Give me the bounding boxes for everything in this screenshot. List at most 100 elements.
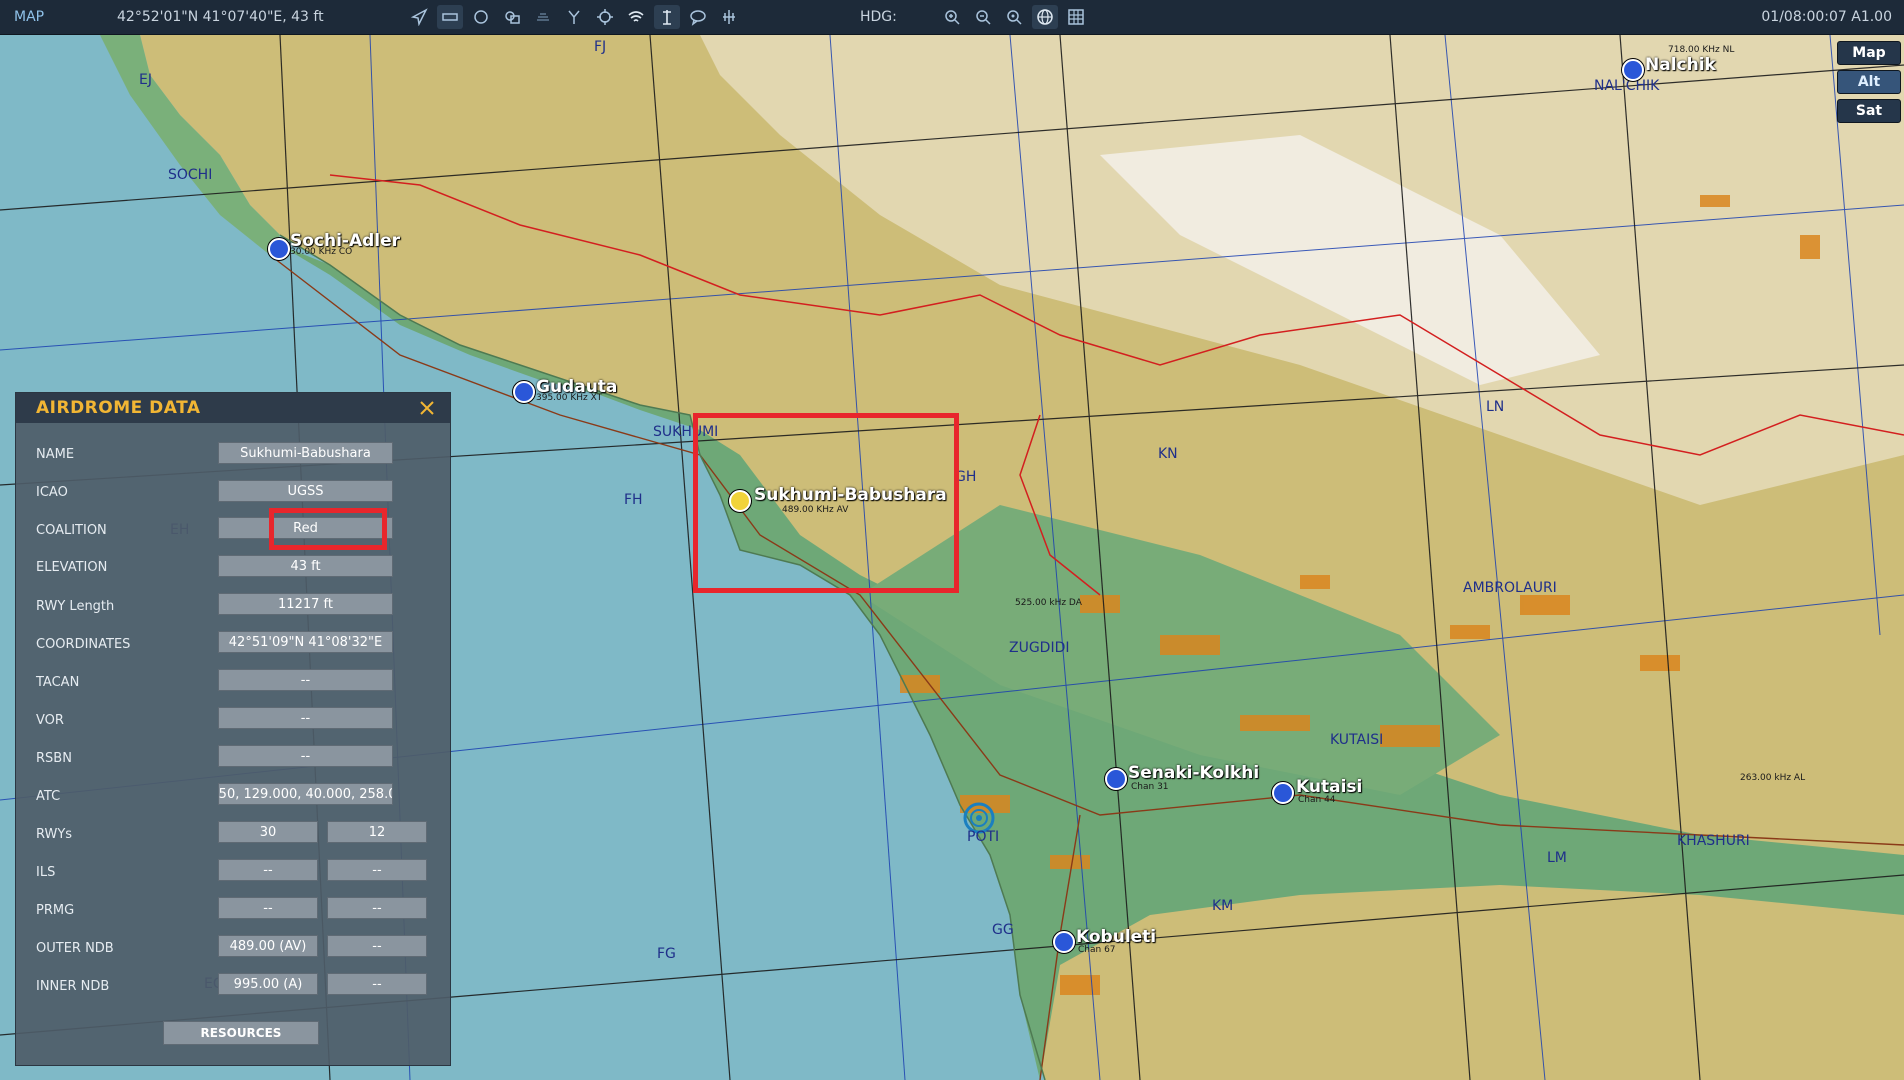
place-label: AMBROLAURI xyxy=(1463,580,1557,596)
icao-label: ICAO xyxy=(36,485,68,500)
rwys-label: RWYs xyxy=(36,827,73,842)
selection-highlight xyxy=(693,413,959,593)
circle-icon[interactable] xyxy=(468,5,494,29)
atc-label: ATC xyxy=(36,789,61,804)
navigate-icon[interactable] xyxy=(406,5,432,29)
airfield-label[interactable]: Kutaisi xyxy=(1296,777,1362,797)
grid-label: FG xyxy=(657,946,676,962)
ils-field-2: -- xyxy=(327,859,427,881)
airfield-frequency: 718.00 KHz NL xyxy=(1668,45,1735,55)
outer-ndb-field-2: -- xyxy=(327,935,427,957)
grid-label: GG xyxy=(992,922,1014,938)
airfield-frequency: Chan 67 xyxy=(1078,945,1116,955)
chat-icon[interactable] xyxy=(685,5,711,29)
name-label: NAME xyxy=(36,447,75,462)
zoom-fit-icon[interactable] xyxy=(1001,5,1027,29)
grid-label: EJ xyxy=(139,72,152,88)
heading-label: HDG: xyxy=(860,9,897,25)
grid-icon[interactable] xyxy=(1063,5,1089,29)
tower-icon[interactable] xyxy=(654,5,680,29)
airfield-frequency: 30.00 KHz CO xyxy=(290,247,353,257)
airfield-blue-icon[interactable] xyxy=(513,381,535,403)
airfield-frequency: Chan 44 xyxy=(1298,795,1336,805)
outer-ndb-label: OUTER NDB xyxy=(36,941,114,956)
panel-title: AIRDROME DATA xyxy=(36,398,201,418)
atc-field: 4.150, 129.000, 40.000, 258.000 xyxy=(218,783,393,805)
place-label: POTI xyxy=(967,829,1000,845)
vor-label: VOR xyxy=(36,713,64,728)
map-mode-map-button[interactable]: Map xyxy=(1837,41,1901,65)
rwy-heading-2: 12 xyxy=(327,821,427,843)
airfield-blue-icon[interactable] xyxy=(268,238,290,260)
place-label: KHASHURI xyxy=(1677,833,1750,849)
place-label: SOCHI xyxy=(168,167,213,183)
airfield-label[interactable]: Nalchik xyxy=(1645,55,1716,75)
airfield-blue-icon[interactable] xyxy=(1053,931,1075,953)
coalition-highlight xyxy=(269,508,387,550)
airfield-frequency: Chan 31 xyxy=(1131,782,1169,792)
cursor-coordinates: 42°52'01"N 41°07'40"E, 43 ft xyxy=(117,9,324,25)
top-toolbar: MAP 42°52'01"N 41°07'40"E, 43 ft HDG: 01… xyxy=(0,0,1904,35)
inner-ndb-field-2: -- xyxy=(327,973,427,995)
grid-label: LM xyxy=(1547,850,1567,866)
airfield-label[interactable]: Senaki-Kolkhi xyxy=(1128,763,1259,783)
vor-field: -- xyxy=(218,707,393,729)
rwy-length-field: 11217 ft xyxy=(218,593,393,615)
airfield-label[interactable]: Kobuleti xyxy=(1076,927,1156,947)
grid-label: FH xyxy=(624,492,643,508)
globe-icon[interactable] xyxy=(1032,5,1058,29)
prmg-field-2: -- xyxy=(327,897,427,919)
airfield-frequency: 395.00 KHz XT xyxy=(536,393,603,403)
waypoint-icon[interactable] xyxy=(561,5,587,29)
panel-header: AIRDROME DATA xyxy=(16,393,450,423)
wireless-icon[interactable] xyxy=(623,5,649,29)
grid-label: KM xyxy=(1212,898,1234,914)
close-icon[interactable] xyxy=(416,397,438,419)
icao-field: UGSS xyxy=(218,480,393,502)
elevation-field: 43 ft xyxy=(218,555,393,577)
map-mode-sat-button[interactable]: Sat xyxy=(1837,99,1901,123)
map-application: MAP 42°52'01"N 41°07'40"E, 43 ft HDG: 01… xyxy=(0,0,1904,1080)
tacan-label: TACAN xyxy=(36,675,80,690)
airfield-blue-icon[interactable] xyxy=(1105,768,1127,790)
zoom-in-icon[interactable] xyxy=(939,5,965,29)
grid-label: KN xyxy=(1158,446,1178,462)
tacan-field: -- xyxy=(218,669,393,691)
grid-label: LN xyxy=(1486,399,1505,415)
rsbn-field: -- xyxy=(218,745,393,767)
place-label: ZUGDIDI xyxy=(1009,640,1070,656)
cloud-icon[interactable] xyxy=(530,5,556,29)
airdrome-data-panel: AIRDROME DATA NAME Sukhumi-Babushara ICA… xyxy=(15,392,451,1066)
beacon-frequency: 263.00 kHz AL xyxy=(1740,773,1806,783)
ils-label: ILS xyxy=(36,865,56,880)
ruler-icon[interactable] xyxy=(437,5,463,29)
map-mode-label: MAP xyxy=(14,9,45,25)
mission-time: 01/08:00:07 A1.00 xyxy=(1761,9,1892,25)
rwy-heading-1: 30 xyxy=(218,821,318,843)
airspace-icon[interactable] xyxy=(716,5,742,29)
rsbn-label: RSBN xyxy=(36,751,72,766)
prmg-label: PRMG xyxy=(36,903,75,918)
prmg-field-1: -- xyxy=(218,897,318,919)
map-mode-alt-button[interactable]: Alt xyxy=(1837,70,1901,94)
outer-ndb-field-1: 489.00 (AV) xyxy=(218,935,318,957)
layers-icon[interactable] xyxy=(499,5,525,29)
place-label: KUTAISI xyxy=(1330,732,1384,748)
inner-ndb-label: INNER NDB xyxy=(36,979,110,994)
name-field: Sukhumi-Babushara xyxy=(218,442,393,464)
beacon-frequency: 525.00 kHz DA xyxy=(1015,598,1082,608)
target-icon[interactable] xyxy=(592,5,618,29)
place-label: NAL'CHIK xyxy=(1594,78,1660,94)
elevation-label: ELEVATION xyxy=(36,560,108,575)
rwy-length-label: RWY Length xyxy=(36,599,115,614)
coalition-label: COALITION xyxy=(36,523,107,538)
coordinates-field: 42°51'09"N 41°08'32"E xyxy=(218,631,393,653)
zoom-out-icon[interactable] xyxy=(970,5,996,29)
coordinates-label: COORDINATES xyxy=(36,637,131,652)
inner-ndb-field-1: 995.00 (A) xyxy=(218,973,318,995)
ils-field-1: -- xyxy=(218,859,318,881)
airfield-blue-icon[interactable] xyxy=(1272,782,1294,804)
airfield-blue-icon[interactable] xyxy=(1622,59,1644,81)
resources-button[interactable]: RESOURCES xyxy=(163,1021,319,1045)
grid-label: FJ xyxy=(594,39,607,55)
